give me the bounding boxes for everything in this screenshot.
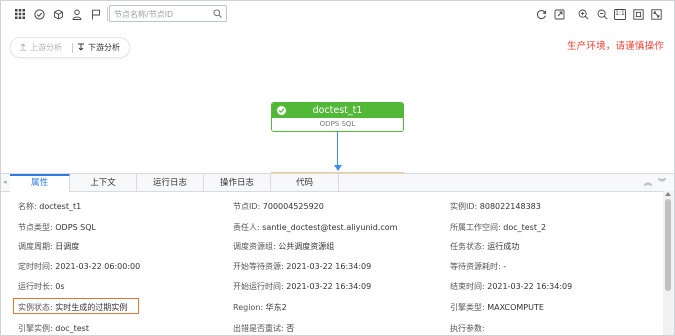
- search-icon[interactable]: [213, 9, 222, 20]
- fit-icon[interactable]: [631, 7, 645, 21]
- property-row: 运行时长: 0s 开始运行时间: 2021-03-22 16:34:09 结束时…: [1, 277, 661, 296]
- property-row: 节点类型: ODPS SQL 责任人: santie_doctest@test.…: [1, 218, 661, 237]
- property-schedule-cycle: 调度周期: 日调度: [18, 242, 80, 251]
- refresh-icon[interactable]: [534, 7, 548, 21]
- node-search-input[interactable]: [114, 7, 210, 21]
- production-warning: 生产环境，请谨慎操作: [566, 41, 664, 52]
- tab-run-log[interactable]: 运行日志: [137, 174, 204, 191]
- zoom-in-icon[interactable]: [576, 7, 590, 21]
- lineage-analysis-switch: 上游分析 下游分析: [10, 37, 130, 58]
- zoom-out-icon[interactable]: [595, 7, 609, 21]
- toolbar-divider: [107, 7, 108, 21]
- analysis-divider: [72, 42, 73, 53]
- dag-node-header: doctest_t1: [272, 103, 403, 118]
- property-exec-params: 执行参数:: [450, 324, 485, 333]
- tab-code[interactable]: 代码: [271, 174, 339, 191]
- property-owner: 责任人: santie_doctest@test.aliyunid.com: [233, 223, 398, 232]
- property-row: 名称: doctest_t1 节点ID: 700004525920 实例ID: …: [1, 197, 661, 216]
- success-check-icon: [277, 106, 286, 115]
- property-end-time: 结束时间: 2021-03-22 16:34:09: [450, 282, 573, 291]
- property-retry-on-error: 出错是否重试: 否: [233, 324, 295, 333]
- property-name: 名称: doctest_t1: [18, 202, 82, 211]
- property-run-start: 开始运行时间: 2021-03-22 16:34:09: [233, 282, 372, 291]
- property-run-duration: 运行时长: 0s: [18, 282, 65, 291]
- dag-node-name: doctest_t1: [312, 105, 363, 116]
- cube-icon[interactable]: [51, 7, 65, 21]
- property-row: 定时时间: 2021-03-22 06:00:00 开始等待资源: 2021-0…: [1, 257, 661, 276]
- upstream-analysis-label: 上游分析: [30, 43, 62, 52]
- scroll-up-arrow-icon[interactable]: [665, 192, 671, 196]
- property-resource-group: 调度资源组: 公共调度资源组: [233, 242, 335, 251]
- tab-operation-log[interactable]: 操作日志: [204, 174, 271, 191]
- tab-properties[interactable]: 属性: [10, 174, 70, 192]
- downstream-icon: [77, 43, 85, 53]
- property-engine-instance: 引擎实例: doc_test: [18, 324, 89, 333]
- property-engine-type: 引擎类型: MAXCOMPUTE: [450, 303, 544, 312]
- dag-canvas-window: 1:1 上游分析 下游分析 生产环境，请谨慎操作: [0, 0, 675, 336]
- properties-scrollbar[interactable]: [663, 191, 674, 335]
- chevron-down-double-icon[interactable]: ︾: [658, 177, 666, 188]
- property-instance-id: 实例ID: 808022148383: [450, 202, 541, 211]
- flag-icon[interactable]: [89, 7, 103, 21]
- property-node-type: 节点类型: ODPS SQL: [18, 223, 96, 232]
- scrollbar-thumb[interactable]: [665, 199, 671, 291]
- user-icon[interactable]: [70, 7, 84, 21]
- property-node-id: 节点ID: 700004525920: [233, 202, 324, 211]
- dag-edge-arrowhead: [334, 165, 342, 171]
- upstream-analysis-button[interactable]: 上游分析: [11, 42, 67, 53]
- instance-status-highlight: [13, 298, 139, 314]
- toolbar: 1:1: [1, 1, 674, 27]
- property-workspace: 所属工作空间: doc_test_2: [450, 223, 547, 232]
- actual-size-label: 1:1: [615, 10, 625, 17]
- chevron-up-double-icon[interactable]: ︽: [644, 177, 652, 188]
- panel-tab-bar: « 属性 上下文 运行日志 操作日志 代码 ︽ ︾: [1, 174, 674, 192]
- property-region: Region: 华东2: [233, 303, 287, 312]
- dag-edge: [337, 132, 338, 166]
- dag-node-type: ODPS SQL: [319, 120, 356, 128]
- downstream-analysis-button[interactable]: 下游分析: [77, 42, 120, 53]
- tab-context[interactable]: 上下文: [70, 174, 137, 191]
- property-row: 调度周期: 日调度 调度资源组: 公共调度资源组 任务状态: 运行成功: [1, 237, 661, 256]
- grid-icon[interactable]: [13, 7, 27, 21]
- node-search-box: [109, 5, 227, 22]
- dag-node[interactable]: doctest_t1 ODPS SQL: [271, 102, 404, 132]
- check-circle-icon[interactable]: [32, 7, 46, 21]
- export-icon[interactable]: [552, 7, 566, 21]
- property-task-status: 任务状态: 运行成功: [450, 242, 520, 251]
- downstream-analysis-label: 下游分析: [88, 43, 120, 52]
- fullscreen-icon[interactable]: [649, 7, 663, 21]
- actual-size-icon[interactable]: 1:1: [613, 7, 627, 21]
- property-wait-duration: 等待资源耗时: -: [450, 262, 507, 271]
- properties-grid: 名称: doctest_t1 节点ID: 700004525920 实例ID: …: [1, 197, 661, 335]
- property-scheduled-time: 定时时间: 2021-03-22 06:00:00: [18, 262, 141, 271]
- upstream-icon: [19, 42, 27, 53]
- property-wait-start: 开始等待资源: 2021-03-22 16:34:09: [233, 262, 372, 271]
- property-row: 引擎实例: doc_test 出错是否重试: 否 执行参数:: [1, 319, 661, 335]
